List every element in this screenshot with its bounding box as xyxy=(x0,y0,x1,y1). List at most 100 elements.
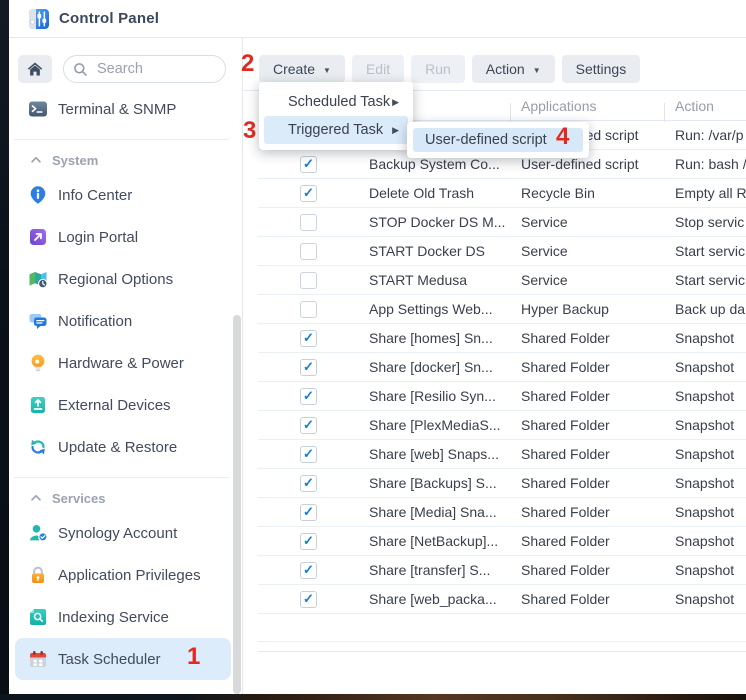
sidebar-item-terminal-snmp[interactable]: Terminal & SNMP xyxy=(15,88,231,130)
chevron-down-icon: ▼ xyxy=(323,66,331,75)
edit-button[interactable]: Edit xyxy=(352,55,404,83)
sidebar-item-label: Info Center xyxy=(58,187,132,204)
sidebar-item-info-center[interactable]: Info Center xyxy=(15,174,231,216)
run-button[interactable]: Run xyxy=(411,55,465,83)
table-header-action[interactable]: Action xyxy=(664,98,746,114)
table-row[interactable]: ✓Share [homes] Sn...Shared FolderSnapsho… xyxy=(258,324,746,353)
action-cell: Snapshot xyxy=(675,562,746,578)
empty-row-separator xyxy=(258,641,746,642)
desktop-edge-bottom xyxy=(0,694,746,700)
action-cell: Back up da xyxy=(675,301,746,317)
checkbox-cell: ✓ xyxy=(258,504,369,521)
sidebar-item-label: Synology Account xyxy=(58,525,177,542)
table-row[interactable]: ✓App Settings Web...Hyper BackupBack up … xyxy=(258,295,746,324)
sidebar-section-services[interactable]: Services xyxy=(9,484,241,512)
row-checkbox[interactable]: ✓ xyxy=(300,533,317,550)
checkbox-cell: ✓ xyxy=(258,330,369,347)
menu-item-label: Scheduled Task xyxy=(288,94,390,110)
row-checkbox[interactable]: ✓ xyxy=(300,330,317,347)
task-name-cell: Delete Old Trash xyxy=(369,185,521,201)
checkbox-cell: ✓ xyxy=(258,417,369,434)
menu-item-scheduled-task[interactable]: Scheduled Task▶ xyxy=(264,88,408,116)
action-cell: Start servic xyxy=(675,272,746,288)
sidebar-item-indexing-service[interactable]: Indexing Service xyxy=(15,596,231,638)
notification-icon xyxy=(28,311,48,331)
sidebar-section-label: Services xyxy=(52,491,106,506)
sidebar-item-regional-options[interactable]: Regional Options xyxy=(15,258,231,300)
row-checkbox[interactable]: ✓ xyxy=(300,185,317,202)
button-label: Run xyxy=(425,61,451,77)
chevron-up-icon xyxy=(29,491,43,505)
sidebar-scrollbar-thumb[interactable] xyxy=(233,315,241,694)
search-icon xyxy=(72,61,89,78)
titlebar: Control Panel xyxy=(9,0,746,38)
table-row[interactable]: ✓Share [PlexMediaS...Shared FolderSnapsh… xyxy=(258,411,746,440)
create-button[interactable]: Create▼ xyxy=(259,55,345,83)
action-cell: Snapshot xyxy=(675,591,746,607)
task-name-cell: App Settings Web... xyxy=(369,301,521,317)
task-name-cell: Share [PlexMediaS... xyxy=(369,417,521,433)
annotation-step-3: 3 xyxy=(243,119,256,143)
table-row[interactable]: ✓Share [Media] Sna...Shared FolderSnapsh… xyxy=(258,498,746,527)
indexing-service-icon xyxy=(28,607,48,627)
external-devices-icon xyxy=(28,395,48,415)
row-checkbox[interactable]: ✓ xyxy=(300,446,317,463)
row-checkbox[interactable]: ✓ xyxy=(300,359,317,376)
row-checkbox[interactable]: ✓ xyxy=(300,475,317,492)
settings-button[interactable]: Settings xyxy=(562,55,641,83)
menu-item-triggered-task[interactable]: Triggered Task▶ xyxy=(264,116,408,144)
chevron-down-icon: ▼ xyxy=(533,66,541,75)
sidebar-item-hardware-power[interactable]: Hardware & Power xyxy=(15,342,231,384)
row-checkbox[interactable]: ✓ xyxy=(300,243,317,260)
sidebar-item-login-portal[interactable]: Login Portal xyxy=(15,216,231,258)
sidebar-item-application-privileges[interactable]: Application Privileges xyxy=(15,554,231,596)
row-checkbox[interactable]: ✓ xyxy=(300,562,317,579)
regional-options-icon xyxy=(28,269,48,289)
table-row[interactable]: ✓Share [Backups] S...Shared FolderSnapsh… xyxy=(258,469,746,498)
row-checkbox[interactable]: ✓ xyxy=(300,504,317,521)
application-cell: Shared Folder xyxy=(521,330,675,346)
task-name-cell: Share [homes] Sn... xyxy=(369,330,521,346)
sidebar-item-synology-account[interactable]: Synology Account xyxy=(15,512,231,554)
sidebar-item-external-devices[interactable]: External Devices xyxy=(15,384,231,426)
table-row[interactable]: ✓Share [transfer] S...Shared FolderSnaps… xyxy=(258,556,746,585)
sidebar-item-label: Regional Options xyxy=(58,271,173,288)
search-box[interactable] xyxy=(63,55,226,83)
submenu-arrow-icon: ▶ xyxy=(392,125,399,136)
button-label: Settings xyxy=(576,61,627,77)
sidebar: Terminal & SNMP System Info Center Login Po… xyxy=(9,38,243,700)
task-name-cell: Share [Media] Sna... xyxy=(369,504,521,520)
action-button[interactable]: Action▼ xyxy=(472,55,555,83)
table-row[interactable]: ✓STOP Docker DS M...ServiceStop servic xyxy=(258,208,746,237)
sidebar-item-notification[interactable]: Notification xyxy=(15,300,231,342)
sidebar-item-label: Notification xyxy=(58,313,132,330)
home-button[interactable] xyxy=(18,55,52,83)
row-checkbox[interactable]: ✓ xyxy=(300,388,317,405)
row-checkbox[interactable]: ✓ xyxy=(300,272,317,289)
table-row[interactable]: ✓Share [NetBackup]...Shared FolderSnapsh… xyxy=(258,527,746,556)
checkbox-cell: ✓ xyxy=(258,562,369,579)
row-checkbox[interactable]: ✓ xyxy=(300,591,317,608)
submenu-item-label: User-defined script xyxy=(425,132,547,148)
application-cell: User-defined script xyxy=(521,156,675,172)
table-row[interactable]: ✓Share [web] Snaps...Shared FolderSnapsh… xyxy=(258,440,746,469)
action-cell: Stop servic xyxy=(675,214,746,230)
checkbox-cell: ✓ xyxy=(258,214,369,231)
row-checkbox[interactable]: ✓ xyxy=(300,214,317,231)
row-checkbox[interactable]: ✓ xyxy=(300,156,317,173)
table-row[interactable]: ✓START MedusaServiceStart servic xyxy=(258,266,746,295)
row-checkbox[interactable]: ✓ xyxy=(300,301,317,318)
task-name-cell: Share [docker] Sn... xyxy=(369,359,521,375)
table-header-applications[interactable]: Applications xyxy=(510,98,664,114)
application-cell: Service xyxy=(521,214,675,230)
table-row[interactable]: ✓Share [web_packa...Shared FolderSnapsho… xyxy=(258,585,746,614)
table-row[interactable]: ✓Share [docker] Sn...Shared FolderSnapsh… xyxy=(258,353,746,382)
table-row[interactable]: ✓Delete Old TrashRecycle BinEmpty all R xyxy=(258,179,746,208)
application-cell: Shared Folder xyxy=(521,446,675,462)
row-checkbox[interactable]: ✓ xyxy=(300,417,317,434)
sidebar-section-system[interactable]: System xyxy=(9,146,241,174)
sidebar-item-update-restore[interactable]: Update & Restore xyxy=(15,426,231,468)
table-row[interactable]: ✓Share [Resilio Syn...Shared FolderSnaps… xyxy=(258,382,746,411)
table-row[interactable]: ✓START Docker DSServiceStart servic xyxy=(258,237,746,266)
search-input[interactable] xyxy=(95,60,211,78)
